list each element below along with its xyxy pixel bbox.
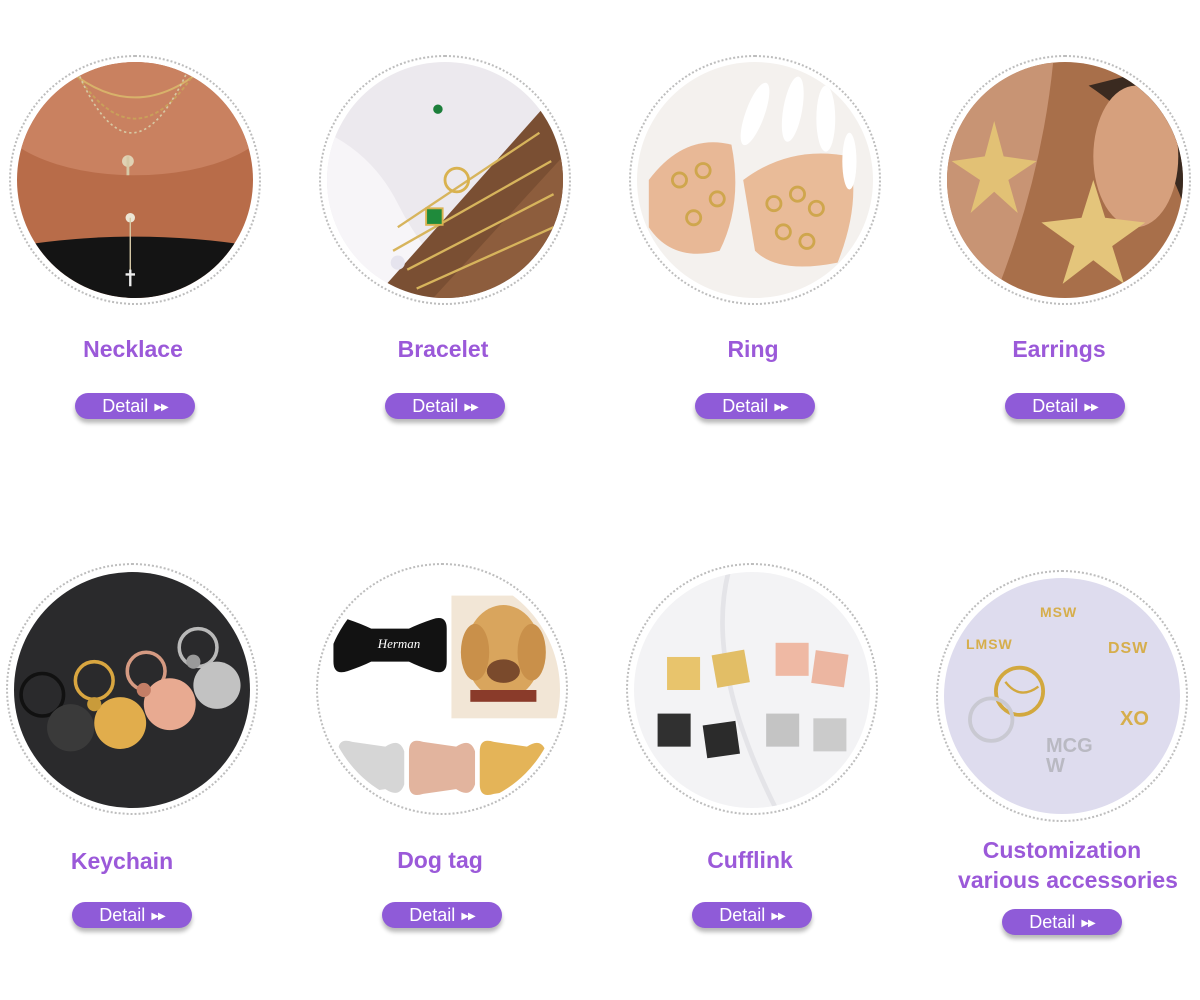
customization-photo[interactable]: LMSW MSW DSW MCGW XO [944,578,1180,814]
detail-label: Detail [1029,912,1076,932]
bracelet-photo[interactable] [327,62,563,298]
detail-label: Detail [719,905,766,925]
double-chevron-right-icon: ▶▶ [1081,918,1095,929]
detail-label: Detail [1032,396,1079,416]
double-chevron-right-icon: ▶▶ [461,911,475,922]
category-title: Bracelet [397,336,489,362]
detail-button[interactable]: Detail ▶▶ [692,902,812,928]
logo-text: XO [1120,708,1149,730]
detail-label: Detail [722,396,769,416]
logo-text: MCGW [1046,735,1093,777]
dog-tag-photo[interactable]: Herman [324,572,560,808]
detail-button[interactable]: Detail ▶▶ [1002,909,1122,935]
double-chevron-right-icon: ▶▶ [1084,402,1098,413]
double-chevron-right-icon: ▶▶ [771,911,785,922]
cufflink-photo[interactable] [634,572,870,808]
double-chevron-right-icon: ▶▶ [154,402,168,413]
category-title: Necklace [83,336,183,362]
category-title: Cufflink [707,847,793,873]
category-card-customization: LMSW MSW DSW MCGW XO Customization vario… [0,0,1188,935]
detail-button[interactable]: Detail ▶▶ [385,393,505,419]
detail-button[interactable]: Detail ▶▶ [382,902,502,928]
detail-label: Detail [409,905,456,925]
category-title: Keychain [70,848,174,874]
detail-label: Detail [99,905,146,925]
double-chevron-right-icon: ▶▶ [464,402,478,413]
detail-button[interactable]: Detail ▶▶ [1005,393,1125,419]
earrings-photo[interactable] [947,62,1183,298]
tag-engraving: Herman [377,636,421,651]
detail-button[interactable]: Detail ▶▶ [72,902,192,928]
category-title: Ring [727,336,779,362]
detail-button[interactable]: Detail ▶▶ [695,393,815,419]
necklace-photo[interactable] [17,62,253,298]
detail-button[interactable]: Detail ▶▶ [75,393,195,419]
logo-text: DSW [1108,640,1149,657]
double-chevron-right-icon: ▶▶ [774,402,788,413]
category-title: Earrings [1012,336,1106,362]
detail-label: Detail [102,396,149,416]
keychain-photo[interactable] [14,572,250,808]
category-subtitle: various accessories [958,867,1178,893]
category-title: Dog tag [397,847,483,873]
detail-label: Detail [412,396,459,416]
double-chevron-right-icon: ▶▶ [151,911,165,922]
logo-text: LMSW [966,636,1013,652]
category-title: Customization [982,837,1142,863]
ring-photo[interactable] [637,62,873,298]
logo-text: MSW [1040,604,1078,620]
